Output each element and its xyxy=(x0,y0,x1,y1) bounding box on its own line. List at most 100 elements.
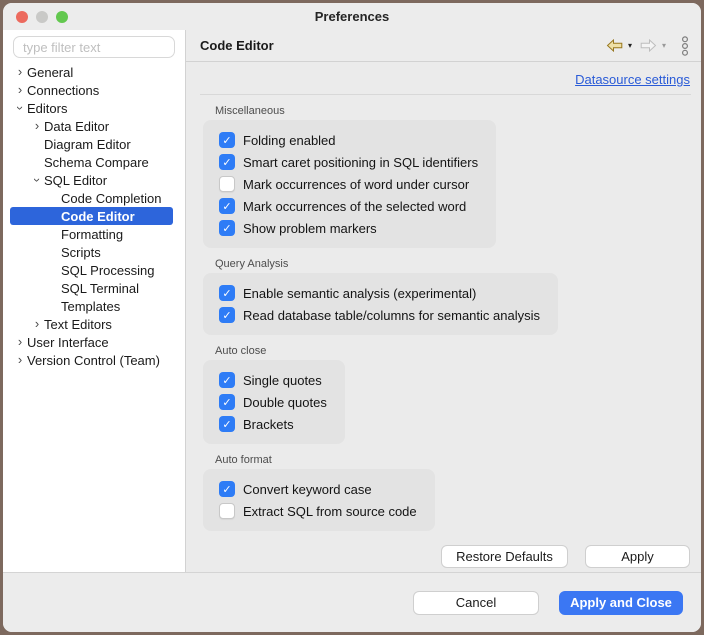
setting-row: Read database table/columns for semantic… xyxy=(219,307,540,323)
sidebar-item-label: Diagram Editor xyxy=(44,137,131,152)
sidebar-item-text-editors[interactable]: Text Editors xyxy=(10,315,173,333)
back-icon[interactable] xyxy=(606,39,623,52)
dialog-footer: Cancel Apply and Close xyxy=(3,572,701,632)
sidebar-item-sql-editor[interactable]: SQL Editor xyxy=(10,171,173,189)
sidebar-item-version-control[interactable]: Version Control (Team) xyxy=(10,351,173,369)
checkbox-label: Read database table/columns for semantic… xyxy=(243,308,540,323)
cancel-button[interactable]: Cancel xyxy=(413,591,539,615)
sidebar-item-formatting[interactable]: Formatting xyxy=(10,225,173,243)
checkbox-label: Brackets xyxy=(243,417,294,432)
chevron-right-icon[interactable] xyxy=(13,351,27,369)
chevron-down-icon[interactable] xyxy=(30,171,44,189)
overflow-menu-icon[interactable] xyxy=(681,36,689,56)
checkbox[interactable] xyxy=(219,132,235,148)
setting-row: Convert keyword case xyxy=(219,481,417,497)
sidebar-item-data-editor[interactable]: Data Editor xyxy=(10,117,173,135)
datasource-settings-link[interactable]: Datasource settings xyxy=(575,72,690,87)
apply-and-close-button[interactable]: Apply and Close xyxy=(559,591,683,615)
sidebar-item-scripts[interactable]: Scripts xyxy=(10,243,173,261)
sidebar-item-label: Code Completion xyxy=(61,191,161,206)
forward-icon[interactable] xyxy=(640,39,657,52)
sidebar-item-sql-processing[interactable]: SQL Processing xyxy=(10,261,173,279)
sidebar-item-code-completion[interactable]: Code Completion xyxy=(10,189,173,207)
checkbox-label: Mark occurrences of word under cursor xyxy=(243,177,469,192)
checkbox[interactable] xyxy=(219,372,235,388)
checkbox[interactable] xyxy=(219,394,235,410)
forward-dropdown-icon[interactable]: ▾ xyxy=(662,41,666,50)
sidebar-item-label: Connections xyxy=(27,83,99,98)
traffic-lights xyxy=(3,11,68,23)
sidebar-item-connections[interactable]: Connections xyxy=(10,81,173,99)
sidebar-item-code-editor[interactable]: Code Editor xyxy=(10,207,173,225)
sidebar-item-templates[interactable]: Templates xyxy=(10,297,173,315)
setting-row: Smart caret positioning in SQL identifie… xyxy=(219,154,478,170)
tree-spacer xyxy=(47,207,61,225)
checkbox-label: Show problem markers xyxy=(243,221,377,236)
sidebar-item-label: Editors xyxy=(27,101,67,116)
group-box: Single quotes Double quotes Brackets xyxy=(203,360,345,444)
sidebar-item-label: Schema Compare xyxy=(44,155,149,170)
checkbox-label: Mark occurrences of the selected word xyxy=(243,199,466,214)
checkbox[interactable] xyxy=(219,198,235,214)
chevron-right-icon[interactable] xyxy=(13,63,27,81)
setting-row: Mark occurrences of word under cursor xyxy=(219,176,478,192)
chevron-right-icon[interactable] xyxy=(30,117,44,135)
group-auto-close: Auto close Single quotes Double quotes xyxy=(203,345,691,444)
settings-content: Datasource settings Miscellaneous Foldin… xyxy=(186,62,701,572)
sidebar-item-label: Code Editor xyxy=(61,209,135,224)
checkbox[interactable] xyxy=(219,154,235,170)
back-dropdown-icon[interactable]: ▾ xyxy=(628,41,632,50)
group-label: Miscellaneous xyxy=(215,105,691,117)
filter-input[interactable] xyxy=(13,36,175,58)
chevron-right-icon[interactable] xyxy=(13,333,27,351)
group-miscellaneous: Miscellaneous Folding enabled Smart care… xyxy=(203,105,691,248)
tree-spacer xyxy=(47,297,61,315)
checkbox[interactable] xyxy=(219,481,235,497)
close-button[interactable] xyxy=(16,11,28,23)
checkbox-label: Enable semantic analysis (experimental) xyxy=(243,286,476,301)
apply-button[interactable]: Apply xyxy=(585,545,690,568)
sidebar-item-label: Data Editor xyxy=(44,119,109,134)
setting-row: Double quotes xyxy=(219,394,327,410)
sidebar-item-label: Templates xyxy=(61,299,120,314)
group-label: Auto format xyxy=(215,454,691,466)
sidebar-item-diagram-editor[interactable]: Diagram Editor xyxy=(10,135,173,153)
tree-spacer xyxy=(47,243,61,261)
checkbox-label: Convert keyword case xyxy=(243,482,372,497)
restore-defaults-button[interactable]: Restore Defaults xyxy=(441,545,568,568)
sidebar-item-schema-compare[interactable]: Schema Compare xyxy=(10,153,173,171)
group-box: Folding enabled Smart caret positioning … xyxy=(203,120,496,248)
chevron-right-icon[interactable] xyxy=(13,81,27,99)
sidebar-item-user-interface[interactable]: User Interface xyxy=(10,333,173,351)
zoom-button[interactable] xyxy=(56,11,68,23)
minimize-button[interactable] xyxy=(36,11,48,23)
sidebar-item-general[interactable]: General xyxy=(10,63,173,81)
setting-row: Show problem markers xyxy=(219,220,478,236)
checkbox[interactable] xyxy=(219,307,235,323)
checkbox[interactable] xyxy=(219,503,235,519)
tree-spacer xyxy=(47,279,61,297)
setting-row: Enable semantic analysis (experimental) xyxy=(219,285,540,301)
setting-row: Extract SQL from source code xyxy=(219,503,417,519)
checkbox[interactable] xyxy=(219,416,235,432)
tree-spacer xyxy=(47,189,61,207)
chevron-right-icon[interactable] xyxy=(30,315,44,333)
sidebar-item-label: User Interface xyxy=(27,335,109,350)
sidebar-item-label: SQL Processing xyxy=(61,263,154,278)
checkbox[interactable] xyxy=(219,220,235,236)
sidebar-item-editors[interactable]: Editors xyxy=(10,99,173,117)
titlebar: Preferences xyxy=(3,3,701,30)
chevron-down-icon[interactable] xyxy=(13,99,27,117)
preferences-tree: General Connections Editors Data Editor … xyxy=(3,63,185,369)
sidebar-item-label: Scripts xyxy=(61,245,101,260)
sidebar-item-label: Formatting xyxy=(61,227,123,242)
sidebar-item-sql-terminal[interactable]: SQL Terminal xyxy=(10,279,173,297)
page-title: Code Editor xyxy=(200,38,606,53)
checkbox[interactable] xyxy=(219,176,235,192)
window-title: Preferences xyxy=(3,9,701,24)
group-label: Auto close xyxy=(215,345,691,357)
tree-spacer xyxy=(47,225,61,243)
main-panel: Code Editor ▾ ▾ Datasou xyxy=(186,30,701,572)
sidebar-item-label: Version Control (Team) xyxy=(27,353,160,368)
checkbox[interactable] xyxy=(219,285,235,301)
